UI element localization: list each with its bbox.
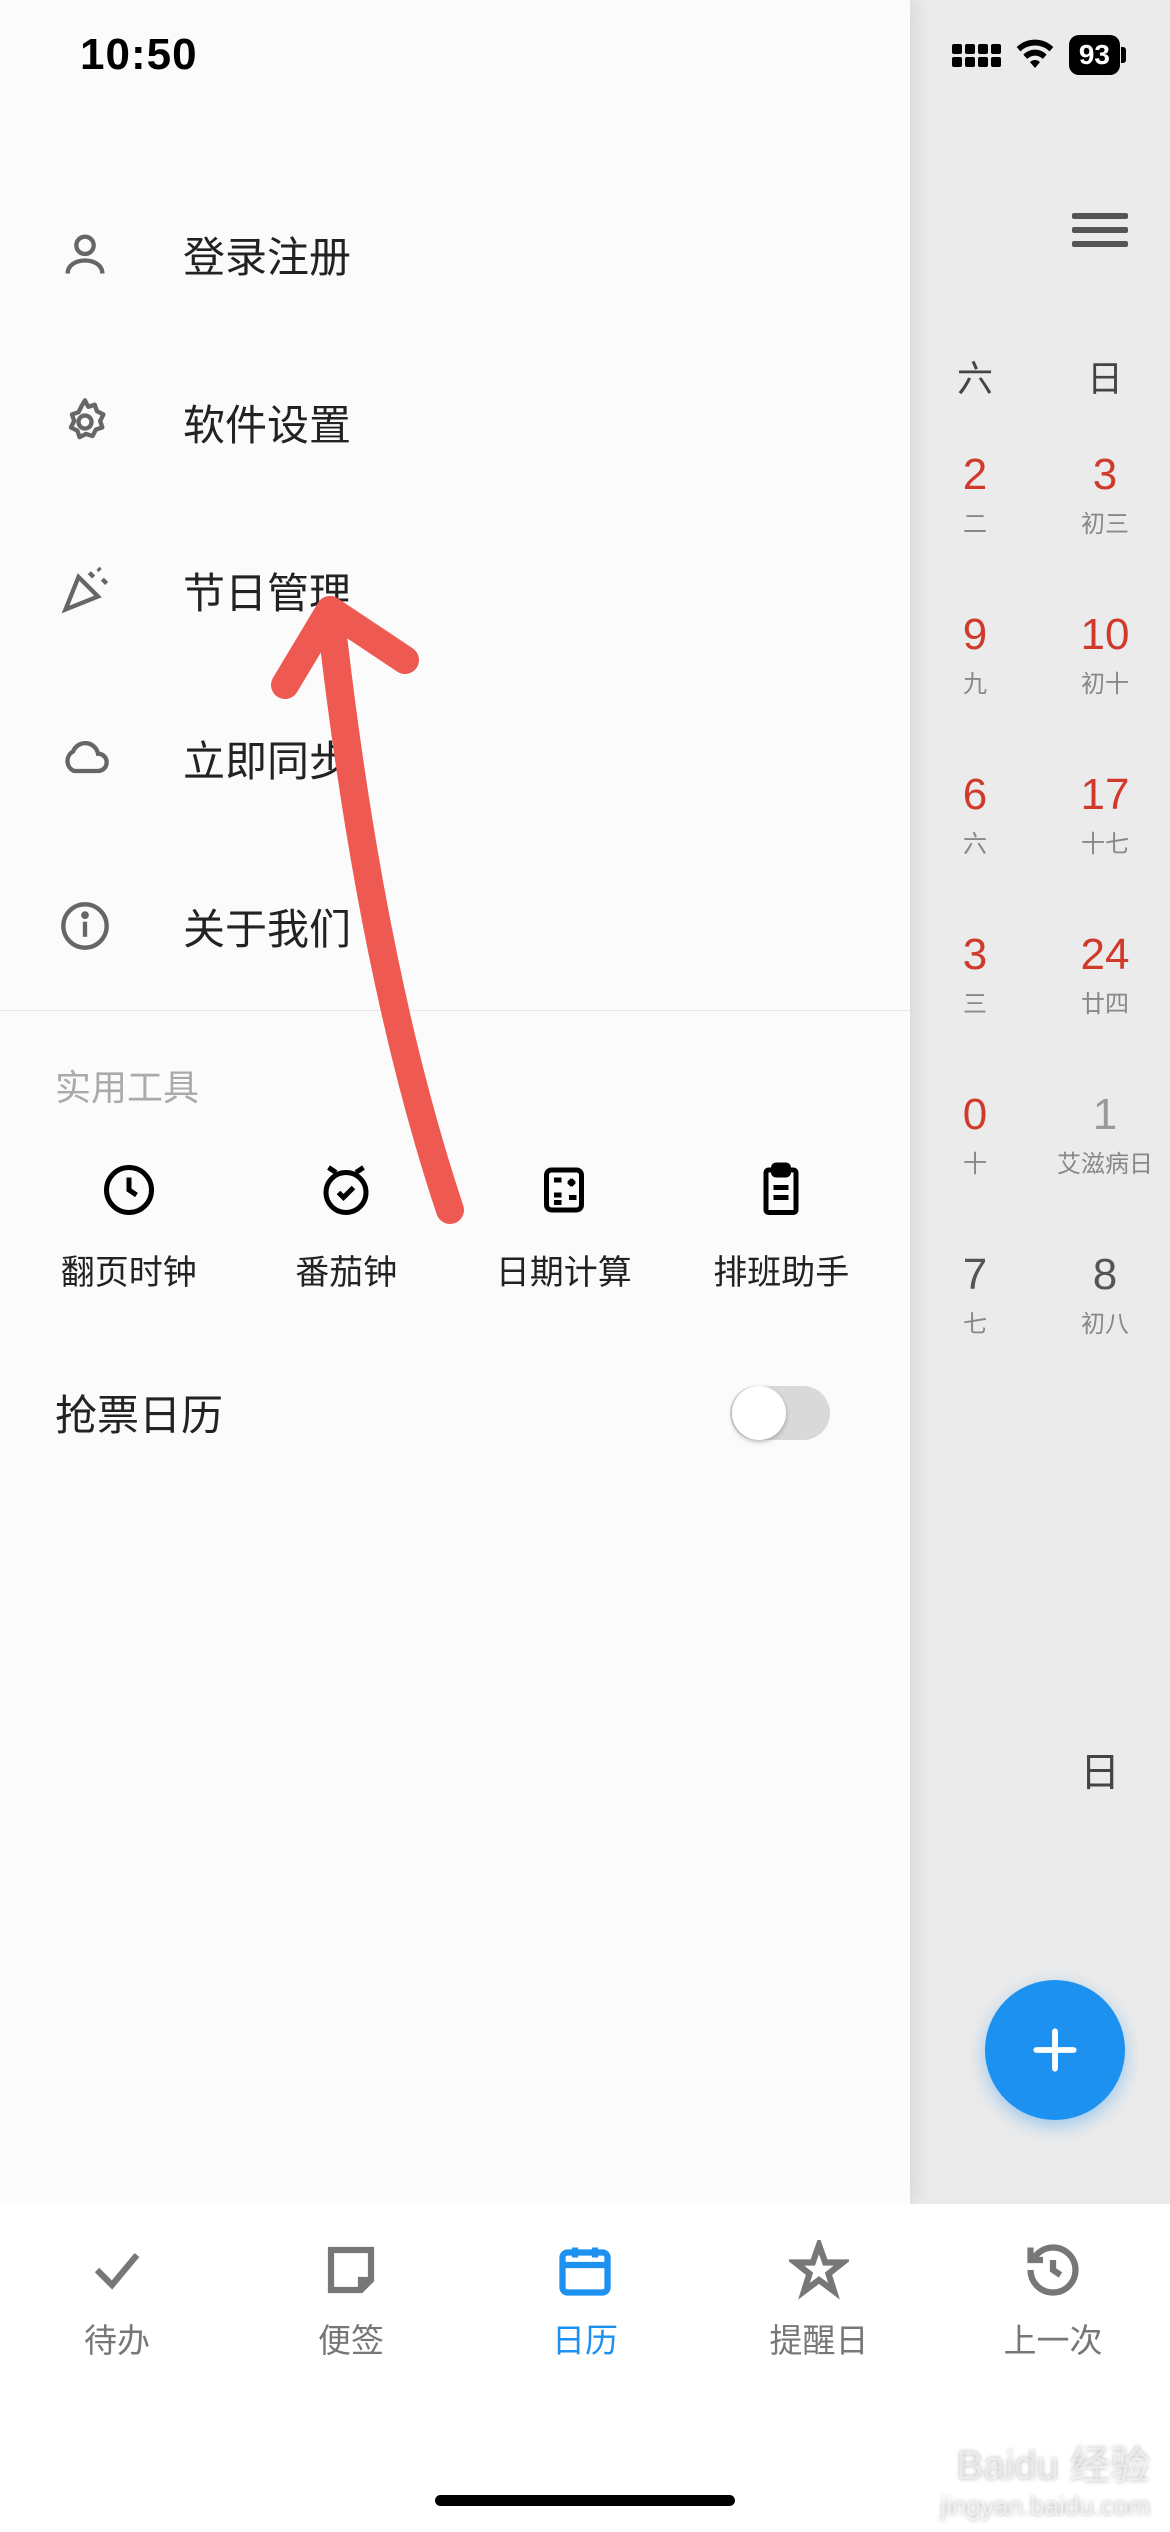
menu-list: 登录注册 软件设置 节日管理 立即同步 关于我们 bbox=[0, 0, 910, 1010]
tool-row: 翻页时钟 番茄钟 日期计算 排班助手 bbox=[0, 1141, 910, 1312]
tool-pomodoro[interactable]: 番茄钟 bbox=[238, 1141, 456, 1312]
weekday-sun: 日 bbox=[1040, 350, 1170, 402]
weekday-sat: 六 bbox=[910, 350, 1040, 402]
weekday-header: 六 日 bbox=[910, 350, 1170, 402]
tools-section-title: 实用工具 bbox=[0, 1011, 910, 1141]
clock-icon bbox=[98, 1159, 160, 1221]
calendar-cell[interactable]: 0十 bbox=[910, 1070, 1040, 1230]
tool-datecalc[interactable]: 日期计算 bbox=[455, 1141, 673, 1312]
gear-icon bbox=[55, 392, 115, 452]
section-char: 日 bbox=[1080, 1740, 1120, 1798]
home-indicator[interactable] bbox=[435, 2495, 735, 2506]
calendar-cell[interactable]: 9九 bbox=[910, 590, 1040, 750]
calendar-cell[interactable]: 3初三 bbox=[1040, 430, 1170, 590]
calendar-cell[interactable]: 17十七 bbox=[1040, 750, 1170, 910]
tool-label: 排班助手 bbox=[713, 1245, 849, 1294]
person-icon bbox=[55, 224, 115, 284]
calendar-cell[interactable]: 1艾滋病日 bbox=[1040, 1070, 1170, 1230]
tab-label: 日历 bbox=[552, 2314, 618, 2362]
watermark: Baidu 经验 jingyan.baidu.com bbox=[940, 2433, 1150, 2522]
calendar-cell[interactable]: 2二 bbox=[910, 430, 1040, 590]
battery-indicator: 93 bbox=[1069, 35, 1120, 75]
side-drawer: 登录注册 软件设置 节日管理 立即同步 关于我们 实用工具 bbox=[0, 0, 910, 2204]
tab-label: 便签 bbox=[318, 2314, 384, 2362]
tab-label: 待办 bbox=[84, 2314, 150, 2362]
alarm-icon bbox=[315, 1159, 377, 1221]
watermark-brand: Baidu 经验 bbox=[940, 2433, 1150, 2491]
add-button[interactable] bbox=[985, 1980, 1125, 2120]
calendar-cell[interactable]: 24廿四 bbox=[1040, 910, 1170, 1070]
calendar-cell[interactable]: 7七 bbox=[910, 1230, 1040, 1390]
calendar-cell[interactable]: 10初十 bbox=[1040, 590, 1170, 750]
info-icon bbox=[55, 896, 115, 956]
tool-label: 翻页时钟 bbox=[61, 1245, 197, 1294]
switch-knob bbox=[732, 1386, 786, 1440]
status-bar: 10:50 93 bbox=[0, 0, 1170, 110]
tab-reminder[interactable]: 提醒日 bbox=[702, 2240, 936, 2532]
check-icon bbox=[87, 2240, 147, 2300]
menu-label: 立即同步 bbox=[183, 728, 351, 789]
calendar-icon bbox=[555, 2240, 615, 2300]
signal-icon bbox=[952, 44, 1001, 67]
tab-calendar[interactable]: 日历 bbox=[468, 2240, 702, 2532]
calculator-icon bbox=[533, 1159, 595, 1221]
menu-item-about[interactable]: 关于我们 bbox=[0, 842, 910, 1010]
menu-item-login[interactable]: 登录注册 bbox=[0, 170, 910, 338]
star-icon bbox=[789, 2240, 849, 2300]
tool-flipclock[interactable]: 翻页时钟 bbox=[20, 1141, 238, 1312]
menu-item-holidays[interactable]: 节日管理 bbox=[0, 506, 910, 674]
cloud-icon bbox=[55, 728, 115, 788]
calendar-cell[interactable]: 6六 bbox=[910, 750, 1040, 910]
note-icon bbox=[321, 2240, 381, 2300]
menu-label: 关于我们 bbox=[183, 896, 351, 957]
menu-label: 软件设置 bbox=[183, 392, 351, 453]
toggle-label: 抢票日历 bbox=[55, 1382, 223, 1443]
status-right: 93 bbox=[952, 35, 1120, 75]
tool-label: 日期计算 bbox=[496, 1245, 632, 1294]
tab-todo[interactable]: 待办 bbox=[0, 2240, 234, 2532]
calendar-grid: 2二3初三9九10初十6六17十七3三24廿四0十1艾滋病日7七8初八 bbox=[910, 430, 1170, 1390]
tab-label: 上一次 bbox=[1004, 2314, 1103, 2362]
menu-label: 节日管理 bbox=[183, 560, 351, 621]
history-icon bbox=[1023, 2240, 1083, 2300]
calendar-cell[interactable]: 8初八 bbox=[1040, 1230, 1170, 1390]
watermark-url: jingyan.baidu.com bbox=[940, 2491, 1150, 2522]
ticket-calendar-switch[interactable] bbox=[730, 1386, 830, 1440]
clipboard-icon bbox=[750, 1159, 812, 1221]
tool-shift[interactable]: 排班助手 bbox=[673, 1141, 891, 1312]
tool-label: 番茄钟 bbox=[295, 1245, 397, 1294]
plus-icon bbox=[1027, 2022, 1083, 2078]
tab-label: 提醒日 bbox=[770, 2314, 869, 2362]
party-icon bbox=[55, 560, 115, 620]
hamburger-icon[interactable] bbox=[1072, 205, 1128, 255]
menu-item-sync[interactable]: 立即同步 bbox=[0, 674, 910, 842]
status-time: 10:50 bbox=[80, 30, 198, 80]
menu-label: 登录注册 bbox=[183, 224, 351, 285]
ticket-calendar-toggle-row: 抢票日历 bbox=[0, 1312, 910, 1443]
calendar-cell[interactable]: 3三 bbox=[910, 910, 1040, 1070]
wifi-icon bbox=[1015, 38, 1055, 73]
menu-item-settings[interactable]: 软件设置 bbox=[0, 338, 910, 506]
tab-notes[interactable]: 便签 bbox=[234, 2240, 468, 2532]
